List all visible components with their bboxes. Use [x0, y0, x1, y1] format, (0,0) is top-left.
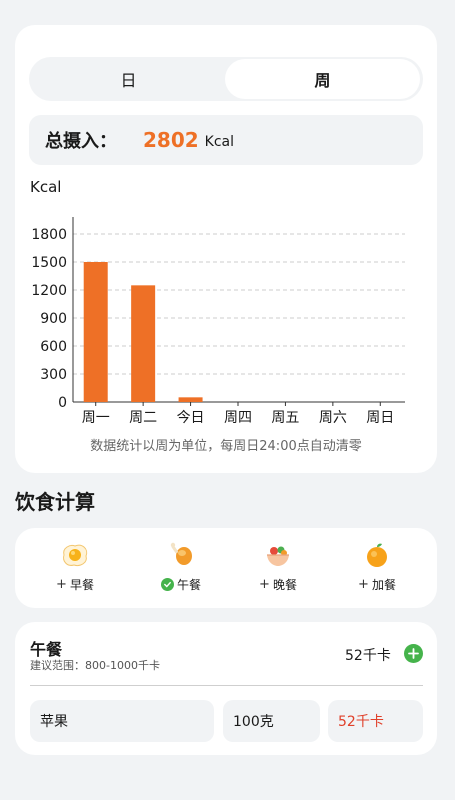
- y-tick-label: 1200: [31, 283, 67, 299]
- weekly-bar-chart: 0 300 600 900 1200 1500 1800 周一 周二 今日 周四 周五 周六 周日: [31, 217, 405, 426]
- plus-icon: +: [259, 577, 270, 592]
- x-tick-label: 周日: [366, 410, 394, 426]
- bar-3: [178, 397, 203, 402]
- weekly-intake-card: 日 周 总摄入： 2802 Kcal Kcal 0 300 600 900 1200 15…: [15, 25, 437, 473]
- x-tick-label: 周一: [82, 410, 110, 426]
- meal-label: 加餐: [371, 578, 396, 592]
- divider: [30, 685, 423, 686]
- x-tick-label: 周六: [319, 410, 347, 426]
- y-tick-label: 300: [40, 367, 67, 383]
- y-tick-label: 900: [40, 311, 67, 327]
- meal-lunch[interactable]: 午餐: [141, 540, 221, 600]
- meal-breakfast[interactable]: + 早餐: [35, 540, 115, 600]
- bar-1: [83, 262, 108, 402]
- x-tick-label: 周五: [271, 410, 299, 426]
- lunch-suggested-range: 建议范围：800-1000千卡: [30, 659, 160, 672]
- orange-icon: [362, 540, 392, 570]
- bar-2: [131, 285, 156, 402]
- y-tick-label: 600: [40, 339, 67, 355]
- lunch-detail-card: 午餐 建议范围：800-1000千卡 52千卡 苹果 100克 52千卡: [15, 622, 437, 755]
- y-tick-label: 1800: [31, 227, 67, 243]
- x-tick-label: 今日: [177, 410, 205, 426]
- x-tick-label: 周四: [224, 410, 252, 426]
- chicken-leg-icon: [166, 540, 196, 570]
- food-name-field[interactable]: 苹果: [30, 700, 214, 742]
- salad-bowl-icon: [263, 540, 293, 570]
- meal-label: 早餐: [69, 578, 94, 592]
- fried-egg-icon: [60, 540, 90, 570]
- plus-icon: [408, 648, 419, 659]
- plus-icon: +: [358, 577, 369, 592]
- chart-note: 数据统计以周为单位，每周日24:00点自动清零: [90, 439, 362, 454]
- meal-label: 晚餐: [272, 578, 297, 592]
- add-food-button[interactable]: [404, 644, 423, 663]
- meal-dinner[interactable]: + 晚餐: [238, 540, 318, 600]
- meal-selector-card: + 早餐 午餐 + 晚餐 + 加餐: [15, 528, 437, 608]
- meal-snack[interactable]: + 加餐: [337, 540, 417, 600]
- food-amount-field[interactable]: 100克: [223, 700, 320, 742]
- plus-icon: +: [56, 577, 67, 592]
- section-title: 饮食计算: [15, 490, 95, 514]
- food-kcal-field: 52千卡: [328, 700, 423, 742]
- x-tick-label: 周二: [129, 410, 157, 426]
- meal-label: 午餐: [176, 578, 201, 592]
- y-tick-label: 1500: [31, 255, 67, 271]
- check-icon: [160, 578, 174, 591]
- y-tick-label: 0: [58, 395, 67, 411]
- lunch-total-kcal: 52千卡: [345, 648, 391, 664]
